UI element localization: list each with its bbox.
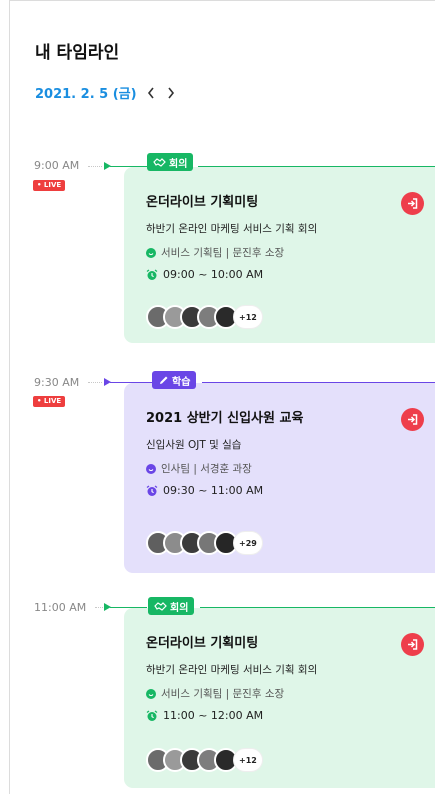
smile-icon (146, 463, 156, 474)
prev-date-button[interactable] (145, 86, 157, 100)
participant-avatars[interactable]: +29 (146, 531, 263, 555)
event-time-range: 09:30 ~ 11:00 AM (146, 484, 263, 497)
organizer-text: 서비스 기획팀 | 문진후 소장 (161, 688, 285, 700)
smile-icon (146, 688, 156, 699)
participant-avatars[interactable]: +12 (146, 305, 263, 329)
organizer: 서비스 기획팀 | 문진후 소장 (146, 245, 284, 260)
event-subtitle: 하반기 온라인 마케팅 서비스 기획 회의 (146, 223, 318, 235)
alarm-clock-icon (146, 268, 158, 280)
event-time: 9:00 AM (34, 159, 80, 172)
organizer-text: 서비스 기획팀 | 문진후 소장 (161, 247, 285, 259)
live-badge: • LIVE (33, 396, 66, 407)
organizer-text: 인사팀 | 서경훈 과장 (161, 463, 252, 475)
alarm-clock-icon (146, 484, 158, 496)
date-navigation: 2021. 2. 5 (금) (35, 83, 177, 102)
more-participants-count[interactable]: +29 (233, 531, 263, 555)
time-range-text: 11:00 ~ 12:00 AM (163, 709, 264, 722)
login-icon (408, 198, 418, 209)
time-range-text: 09:00 ~ 10:00 AM (163, 268, 264, 281)
event-time-range: 09:00 ~ 10:00 AM (146, 268, 263, 281)
event-title: 2021 상반기 신입사원 교육 (146, 411, 304, 426)
handshake-icon (154, 602, 167, 611)
organizer: 서비스 기획팀 | 문진후 소장 (146, 686, 284, 701)
smile-icon (146, 247, 156, 258)
event-title: 온더라이브 기획미팅 (146, 195, 259, 210)
login-icon (408, 414, 418, 425)
more-participants-count[interactable]: +12 (233, 305, 263, 329)
tag-label: 회의 (170, 602, 189, 614)
time-range-text: 09:30 ~ 11:00 AM (163, 484, 264, 497)
handshake-icon (153, 158, 166, 167)
enter-event-button[interactable] (401, 192, 424, 215)
event-category-tag: 학습 (152, 371, 197, 389)
page-title: 내 타임라인 (35, 43, 120, 63)
tag-label: 학습 (172, 376, 191, 388)
tag-label: 회의 (169, 158, 188, 170)
event-time: 9:30 AM (34, 376, 80, 389)
organizer: 인사팀 | 서경훈 과장 (146, 461, 252, 476)
event-subtitle: 신입사원 OJT 및 실습 (146, 439, 242, 451)
next-date-button[interactable] (165, 86, 177, 100)
enter-event-button[interactable] (401, 633, 424, 656)
time-connector (88, 166, 102, 167)
more-participants-count[interactable]: +12 (233, 748, 263, 772)
pencil-icon (160, 376, 168, 384)
event-subtitle: 하반기 온라인 마케팅 서비스 기획 회의 (146, 664, 318, 676)
event-category-tag: 회의 (147, 153, 194, 171)
event-time: 11:00 AM (34, 601, 87, 614)
chevron-right-icon (167, 87, 174, 98)
time-connector (88, 382, 102, 383)
chevron-left-icon (147, 87, 154, 98)
enter-event-button[interactable] (401, 408, 424, 431)
event-title: 온더라이브 기획미팅 (146, 636, 259, 651)
current-date[interactable]: 2021. 2. 5 (금) (35, 83, 137, 102)
event-card[interactable]: 2021 상반기 신입사원 교육 신입사원 OJT 및 실습 인사팀 | 서경훈… (124, 383, 435, 573)
event-time-range: 11:00 ~ 12:00 AM (146, 709, 263, 722)
event-category-tag: 회의 (148, 597, 195, 615)
live-badge: • LIVE (33, 180, 66, 191)
login-icon (408, 639, 418, 650)
event-card[interactable]: 온더라이브 기획미팅 하반기 온라인 마케팅 서비스 기획 회의 서비스 기획팀… (124, 608, 435, 788)
time-connector (95, 607, 103, 608)
event-card[interactable]: 온더라이브 기획미팅 하반기 온라인 마케팅 서비스 기획 회의 서비스 기획팀… (124, 167, 435, 343)
participant-avatars[interactable]: +12 (146, 748, 263, 772)
alarm-clock-icon (146, 709, 158, 721)
